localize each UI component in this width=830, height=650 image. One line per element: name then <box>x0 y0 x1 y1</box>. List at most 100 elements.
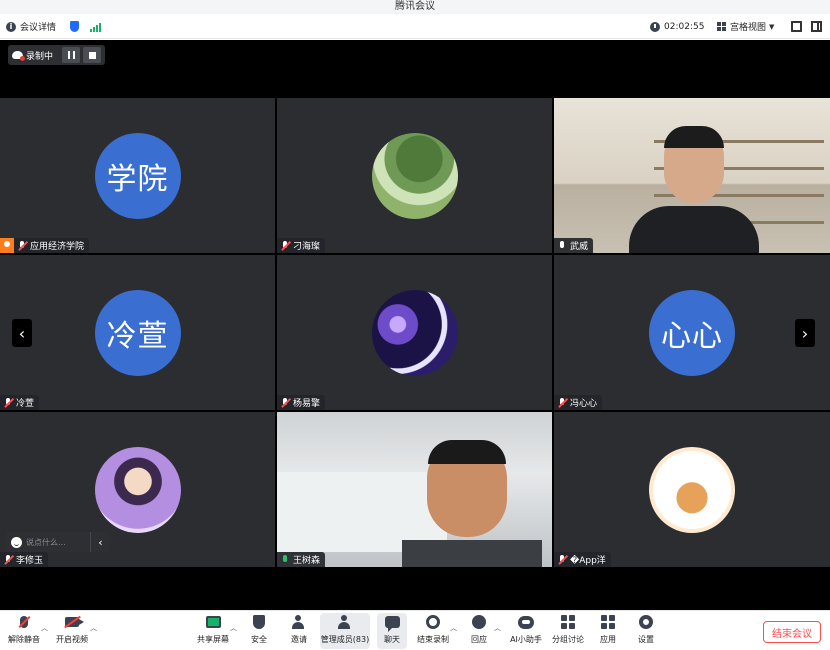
participant-tile[interactable]: 王树森 <box>277 412 552 567</box>
cloud-record-icon <box>12 51 25 61</box>
participant-nameplate: 杨易擎 <box>277 395 326 410</box>
view-mode-label: 宫格视图 <box>730 23 767 33</box>
camera-feed <box>277 412 552 567</box>
gear-icon <box>639 615 653 629</box>
share-screen-button[interactable]: 共享屏幕 <box>194 613 232 649</box>
start-video-label: 开启视频 <box>56 635 88 644</box>
end-recording-label: 结束录制 <box>417 635 449 644</box>
participant-name: 刁海璨 <box>293 242 321 252</box>
manage-members-button[interactable]: 管理成员(83) <box>320 613 370 649</box>
participant-video <box>402 440 542 567</box>
mic-muted-icon <box>3 554 13 565</box>
bottom-toolbar: 解除静音 ︿ 开启视频 ︿ 共享屏幕 ︿ 安全 邀请 管理成员(83) 聊天 结… <box>0 610 830 650</box>
record-options-chevron-icon[interactable]: ︿ <box>450 623 457 633</box>
ai-assistant-icon <box>518 615 534 629</box>
reactions-chevron-icon[interactable]: ︿ <box>494 623 501 633</box>
window-title: 腾讯会议 <box>395 1 435 12</box>
info-icon: i <box>6 21 16 32</box>
participant-tile[interactable]: 杨易擎 <box>277 255 552 410</box>
host-icon <box>0 238 14 253</box>
mic-muted-icon <box>557 397 567 408</box>
chat-button[interactable]: 聊天 <box>377 613 407 649</box>
network-status[interactable] <box>90 14 101 39</box>
participant-tile[interactable]: �App洋 <box>554 412 830 567</box>
participant-nameplate: 应用经济学院 <box>14 238 90 253</box>
breakout-rooms-button[interactable]: 分组讨论 <box>549 613 587 649</box>
participant-nameplate: 武威 <box>554 238 594 253</box>
view-mode-dropdown[interactable]: 宫格视图 ▼ <box>717 14 774 39</box>
avatar: 心心 <box>649 289 735 376</box>
title-bar: 腾讯会议 <box>0 0 830 14</box>
stop-recording-button[interactable] <box>83 47 102 63</box>
chat-quick-input[interactable]: 说点什么... ‹ <box>6 532 110 552</box>
members-icon <box>338 615 352 629</box>
fullscreen-icon <box>791 21 802 32</box>
mic-on-icon <box>280 554 290 565</box>
shield-icon <box>253 615 265 629</box>
previous-page-button[interactable]: ‹ <box>12 319 32 347</box>
chevron-left-icon: ‹ <box>18 323 26 343</box>
security-button[interactable]: 安全 <box>244 613 274 649</box>
collapse-chat-button[interactable]: ‹ <box>90 532 110 552</box>
reaction-icon <box>472 615 486 629</box>
settings-button[interactable]: 设置 <box>632 613 660 649</box>
end-recording-button[interactable]: 结束录制 <box>414 613 452 649</box>
avatar: 学院 <box>94 132 181 219</box>
apps-button[interactable]: 应用 <box>594 613 622 649</box>
participant-tile-active-speaker[interactable]: 武威 <box>554 98 830 253</box>
participant-name: 王树森 <box>293 556 321 566</box>
meeting-info-bar: i 会议详情 02:02:55 宫格视图 ▼ <box>0 14 830 39</box>
shield-icon <box>70 21 79 32</box>
ai-assistant-button[interactable]: AI小助手 <box>508 613 544 649</box>
breakout-rooms-icon <box>561 615 575 629</box>
end-meeting-button[interactable]: 结束会议 <box>763 621 821 643</box>
clock-icon <box>650 21 660 32</box>
participant-nameplate: 王树森 <box>277 552 326 567</box>
unmute-label: 解除静音 <box>8 635 40 644</box>
participant-tile[interactable]: 刁海璨 <box>277 98 552 253</box>
avatar <box>649 446 735 533</box>
fullscreen-button[interactable] <box>791 14 802 39</box>
chevron-right-icon: › <box>801 323 809 343</box>
participant-tile[interactable]: 心心 冯心心 <box>554 255 830 410</box>
audio-options-chevron-icon[interactable]: ︿ <box>41 623 48 633</box>
participant-nameplate: �App洋 <box>554 552 611 567</box>
sidebar-toggle-button[interactable] <box>811 14 822 39</box>
participant-nameplate: 李修玉 <box>0 552 49 567</box>
camera-off-icon <box>65 617 84 627</box>
emoji-icon[interactable] <box>11 536 22 548</box>
next-page-button[interactable]: › <box>795 319 815 347</box>
pause-recording-button[interactable] <box>62 47 81 63</box>
ai-assistant-label: AI小助手 <box>510 635 542 644</box>
video-options-chevron-icon[interactable]: ︿ <box>90 623 97 633</box>
reactions-button[interactable]: 回应 <box>464 613 494 649</box>
encryption-shield[interactable] <box>70 14 79 39</box>
chat-icon <box>384 616 400 632</box>
chat-label: 聊天 <box>384 635 400 644</box>
invite-icon <box>292 615 306 629</box>
participant-tile[interactable]: 冷萱 冷萱 <box>0 255 275 410</box>
meeting-info-button[interactable]: i 会议详情 <box>6 14 56 39</box>
participant-tile[interactable]: 学院 应用经济学院 <box>0 98 275 253</box>
apps-label: 应用 <box>600 635 616 644</box>
mic-icon <box>557 240 567 251</box>
recording-indicator: 录制中 <box>8 45 106 65</box>
camera-feed <box>554 98 830 253</box>
participant-name: 应用经济学院 <box>30 242 85 252</box>
avatar: 冷萱 <box>94 289 181 376</box>
signal-icon <box>90 22 101 32</box>
start-video-button[interactable]: 开启视频 <box>52 613 92 649</box>
share-options-chevron-icon[interactable]: ︿ <box>230 623 237 633</box>
unmute-button[interactable]: 解除静音 <box>4 613 44 649</box>
breakout-label: 分组讨论 <box>552 635 584 644</box>
mic-muted-icon <box>20 616 28 628</box>
security-label: 安全 <box>251 635 267 644</box>
participant-nameplate: 冯心心 <box>554 395 603 410</box>
settings-label: 设置 <box>638 635 654 644</box>
mic-muted-icon <box>3 397 13 408</box>
mic-muted-icon <box>280 397 290 408</box>
chat-placeholder: 说点什么... <box>26 537 66 547</box>
avatar <box>94 446 181 533</box>
recording-label: 录制中 <box>26 51 54 62</box>
invite-button[interactable]: 邀请 <box>284 613 314 649</box>
